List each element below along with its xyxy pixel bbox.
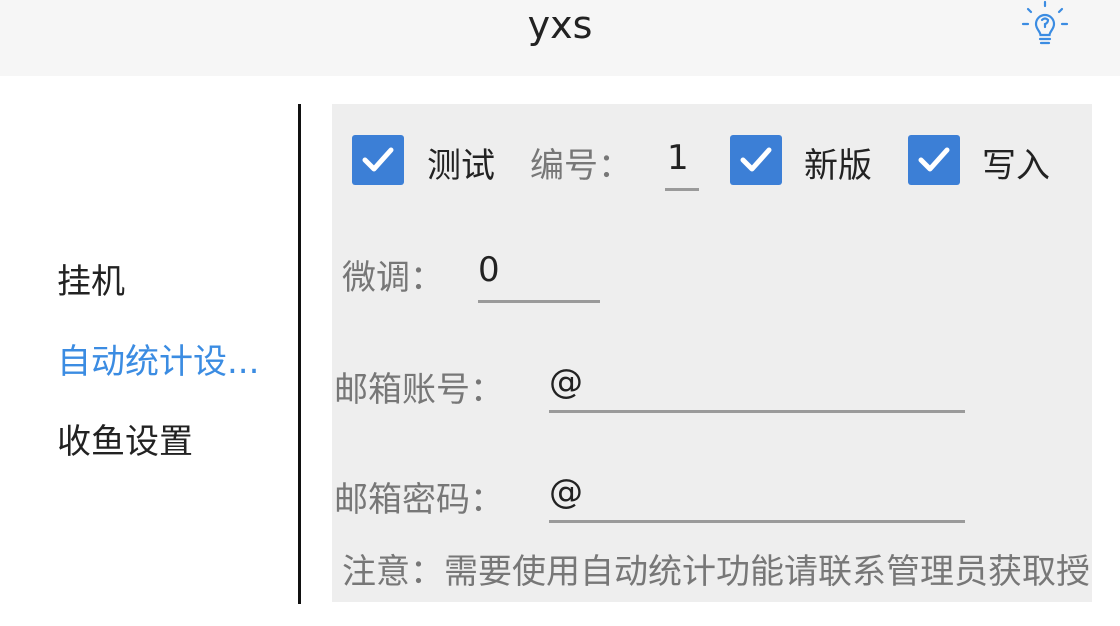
- email-account-input[interactable]: @: [549, 362, 965, 413]
- test-label: 测试: [427, 146, 495, 186]
- write-checkbox[interactable]: [908, 135, 960, 185]
- app-title: yxs: [527, 3, 593, 47]
- number-input[interactable]: 1: [665, 138, 699, 191]
- write-label: 写入: [982, 146, 1050, 186]
- notice-text: 注意：需要使用自动统计功能请联系管理员获取授权码(权限): [342, 552, 1090, 602]
- new-version-label: 新版: [804, 146, 872, 186]
- sidebar: 挂机 自动统计设... 收鱼设置: [0, 76, 300, 626]
- sidebar-divider: [298, 104, 301, 604]
- email-password-label: 邮箱密码：: [334, 480, 504, 520]
- number-label: 编号：: [530, 146, 632, 186]
- new-version-checkbox[interactable]: [730, 135, 782, 185]
- email-account-label: 邮箱账号：: [334, 370, 504, 410]
- lightbulb-icon[interactable]: [1016, 0, 1074, 52]
- fine-tune-input[interactable]: 0: [478, 250, 600, 303]
- sidebar-item-idle[interactable]: 挂机: [57, 254, 125, 303]
- title-bar: yxs: [0, 0, 1120, 76]
- email-password-input[interactable]: @: [549, 472, 965, 523]
- sidebar-item-auto-stats[interactable]: 自动统计设...: [57, 334, 259, 383]
- fine-tune-label: 微调：: [342, 258, 444, 298]
- settings-panel: 测试 编号： 1 新版 写入 微调： 0 邮箱账号： @ 邮箱密码： @ 注意：…: [332, 104, 1092, 602]
- sidebar-item-fish-settings[interactable]: 收鱼设置: [57, 414, 193, 463]
- test-checkbox[interactable]: [352, 135, 404, 185]
